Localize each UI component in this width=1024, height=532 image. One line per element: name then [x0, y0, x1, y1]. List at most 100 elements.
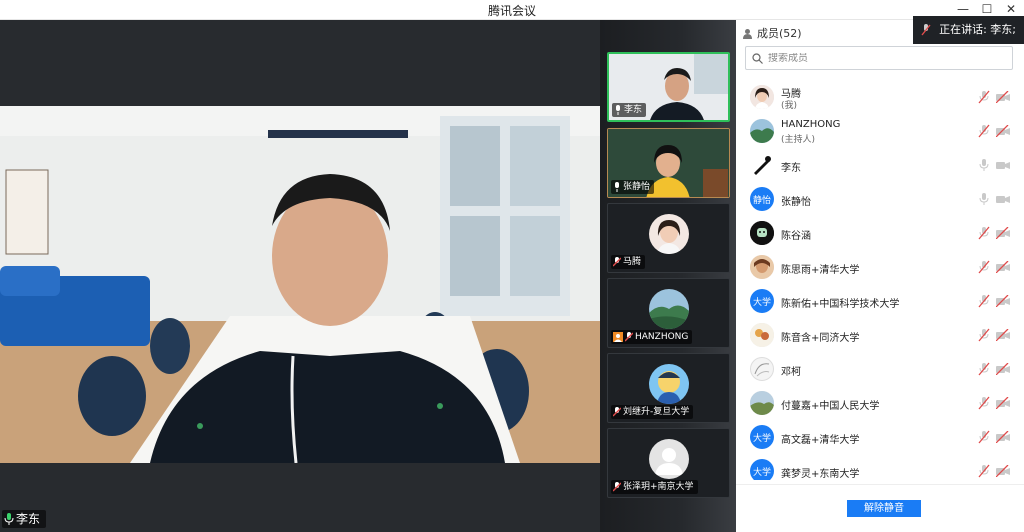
mic-muted-icon[interactable] — [978, 260, 990, 274]
thumbnail-liujisheng[interactable]: 刘继升-复旦大学 — [607, 353, 730, 423]
speaker-name: 李东 — [16, 512, 41, 526]
avatar — [649, 439, 689, 479]
mic-muted-icon — [613, 407, 621, 417]
member-name: 龚梦灵+东南大学 — [781, 469, 860, 480]
thumbnail-label: 张泽玥+南京大学 — [611, 480, 698, 494]
camera-off-icon[interactable] — [996, 91, 1010, 103]
thumbnail-label: 马腾 — [611, 255, 646, 269]
thumbnail-label: 刘继升-复旦大学 — [611, 405, 694, 419]
member-row[interactable]: 陈音含+同济大学 — [736, 318, 1024, 352]
avatar — [649, 214, 689, 254]
mic-muted-icon[interactable] — [978, 226, 990, 240]
speaking-text: 正在讲话: 李东; — [939, 23, 1016, 36]
mic-icon — [616, 105, 620, 115]
thumbnail-name: 刘继升-复旦大学 — [623, 407, 690, 417]
thumbnail-hanzhong[interactable]: HANZHONG — [607, 278, 730, 348]
avatar: 静怡 — [750, 187, 774, 211]
member-name: 李东 — [781, 163, 801, 174]
member-name: 高文磊+清华大学 — [781, 435, 860, 446]
mic-muted-icon[interactable] — [978, 430, 990, 444]
thumbnail-name: 张静怡 — [623, 182, 651, 192]
thumbnail-name: 马腾 — [623, 257, 642, 267]
member-row[interactable]: 邓柯 — [736, 352, 1024, 386]
avatar — [750, 323, 774, 347]
members-title: 成员(52) — [742, 25, 802, 41]
member-row[interactable]: HANZHONG (主持人) — [736, 114, 1024, 148]
thumbnail-mateng[interactable]: 马腾 — [607, 203, 730, 273]
avatar — [750, 391, 774, 415]
mic-muted-icon[interactable] — [978, 124, 990, 138]
member-row[interactable]: 马腾 (我) — [736, 80, 1024, 114]
mic-icon — [4, 513, 14, 525]
mic-muted-icon[interactable] — [978, 328, 990, 342]
member-row[interactable]: 李东 — [736, 148, 1024, 182]
avatar — [750, 255, 774, 279]
member-list: 马腾 (我) HANZHONG (主持人) 李东 静怡 张静怡 陈谷涵 陈思雨+… — [736, 80, 1024, 480]
member-name: 邓柯 — [781, 367, 801, 378]
camera-off-icon[interactable] — [996, 261, 1010, 273]
mic-muted-icon[interactable] — [978, 294, 990, 308]
member-row[interactable]: 付蔓嘉+中国人民大学 — [736, 386, 1024, 420]
member-name: 陈谷涵 — [781, 231, 811, 242]
speaking-indicator: 正在讲话: 李东; — [913, 16, 1024, 44]
unmute-all-button[interactable]: 解除静音 — [847, 500, 921, 517]
camera-off-icon[interactable] — [996, 363, 1010, 375]
avatar: 大学 — [750, 289, 774, 313]
title-bar: 腾讯会议 — ☐ ✕ — [0, 0, 1024, 20]
avatar: 大学 — [750, 459, 774, 480]
mic-muted-icon — [625, 332, 633, 342]
member-row[interactable]: 陈谷涵 — [736, 216, 1024, 250]
members-header: 成员(52) 正在讲话: 李东; — [736, 16, 1024, 44]
participant-thumbnails: 李东 张静怡 马腾 HANZHONG 刘继升-复旦大学 张泽玥+南京大学 — [600, 20, 736, 532]
member-row[interactable]: 大学 龚梦灵+东南大学 — [736, 454, 1024, 480]
member-row[interactable]: 大学 陈新佑+中国科学技术大学 — [736, 284, 1024, 318]
camera-off-icon[interactable] — [996, 465, 1010, 477]
main-video-frame — [0, 106, 600, 463]
thumbnail-label: 张静怡 — [611, 180, 655, 194]
member-name: HANZHONG — [781, 119, 841, 130]
camera-off-icon[interactable] — [996, 431, 1010, 443]
camera-icon[interactable] — [996, 193, 1010, 205]
window-title: 腾讯会议 — [487, 4, 536, 18]
video-area: 李东 — [0, 20, 600, 532]
member-name: 陈音含+同济大学 — [781, 333, 860, 344]
thumbnail-lidong[interactable]: 李东 — [607, 52, 730, 122]
camera-off-icon[interactable] — [996, 397, 1010, 409]
people-icon — [743, 28, 752, 39]
thumbnail-name: 李东 — [624, 105, 643, 115]
mic-muted-icon[interactable] — [978, 464, 990, 478]
member-search[interactable] — [745, 46, 1013, 70]
avatar — [750, 357, 774, 381]
avatar — [649, 289, 689, 329]
mic-muted-icon[interactable] — [978, 396, 990, 410]
camera-off-icon[interactable] — [996, 125, 1010, 137]
mic-muted-icon — [613, 257, 621, 267]
camera-off-icon[interactable] — [996, 295, 1010, 307]
member-row[interactable]: 陈思雨+清华大学 — [736, 250, 1024, 284]
camera-off-icon[interactable] — [996, 329, 1010, 341]
thumbnail-zhangzeyue[interactable]: 张泽玥+南京大学 — [607, 428, 730, 498]
member-name: 付蔓嘉+中国人民大学 — [781, 401, 880, 412]
mic-icon[interactable] — [978, 192, 990, 206]
camera-icon[interactable] — [996, 159, 1010, 171]
main-video[interactable] — [0, 106, 600, 463]
mic-muted-icon — [921, 24, 931, 36]
speaker-label: 李东 — [2, 510, 47, 528]
mic-icon[interactable] — [978, 158, 990, 172]
thumbnail-zhangjingyi[interactable]: 张静怡 — [607, 128, 730, 198]
mic-icon — [615, 182, 619, 192]
member-role: (我) — [781, 101, 798, 111]
member-role: (主持人) — [781, 135, 816, 145]
mic-muted-icon — [613, 482, 621, 492]
thumbnail-label: 李东 — [612, 103, 647, 117]
thumbnail-label: HANZHONG — [611, 330, 693, 344]
members-count: 成员(52) — [757, 27, 802, 40]
avatar: 大学 — [750, 425, 774, 449]
mic-muted-icon[interactable] — [978, 362, 990, 376]
mic-muted-icon[interactable] — [978, 90, 990, 104]
camera-off-icon[interactable] — [996, 227, 1010, 239]
member-name: 陈新佑+中国科学技术大学 — [781, 299, 900, 310]
member-row[interactable]: 大学 高文磊+清华大学 — [736, 420, 1024, 454]
member-row[interactable]: 静怡 张静怡 — [736, 182, 1024, 216]
search-input[interactable] — [768, 52, 998, 64]
